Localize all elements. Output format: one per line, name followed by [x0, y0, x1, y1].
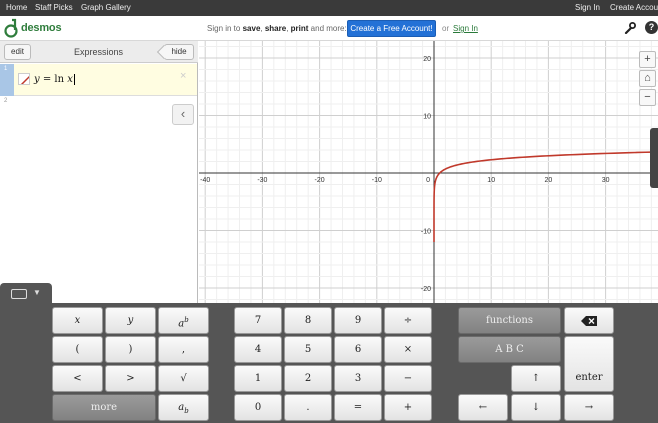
top-nav: Home Staff Picks Graph Gallery Sign In C… [0, 0, 658, 16]
expressions-panel: edit Expressions hide 1 y = ln x × 2 ‹ [0, 41, 198, 303]
expressions-title: Expressions [74, 47, 124, 57]
y-tick-label: 20 [423, 56, 431, 63]
key-1[interactable]: 1 [234, 365, 282, 392]
desmos-logo-icon [4, 18, 18, 38]
x-tick-label: 10 [487, 177, 495, 184]
key-9[interactable]: 9 [334, 307, 382, 334]
key-arrow-right[interactable]: → [564, 394, 614, 421]
y-tick-label: -10 [421, 229, 431, 236]
expressions-header: edit Expressions hide [0, 41, 198, 63]
key-decimal[interactable]: . [284, 394, 332, 421]
graph-paper[interactable]: -40 -30 -20 -10 0 10 20 30 20 10 -10 -20 [199, 41, 658, 303]
home-view-button[interactable]: ⌂ [639, 70, 656, 87]
x-tick-label: -20 [315, 177, 325, 184]
y-tick-label: -20 [421, 286, 431, 293]
key-2[interactable]: 2 [284, 365, 332, 392]
key-x[interactable]: x [52, 307, 103, 334]
key-functions[interactable]: functions [458, 307, 561, 334]
key-subscript[interactable]: ab [158, 394, 209, 421]
key-power[interactable]: ab [158, 307, 209, 334]
expression-input[interactable]: y = ln x [34, 74, 75, 85]
edit-button[interactable]: edit [4, 44, 31, 60]
key-less-than[interactable]: < [52, 365, 103, 392]
key-divide[interactable]: ÷ [384, 307, 432, 334]
side-tab[interactable] [650, 128, 658, 188]
or-text: or [442, 24, 450, 33]
key-backspace[interactable] [564, 307, 614, 334]
keypad-toggle[interactable]: ▼ [0, 283, 52, 304]
zoom-in-button[interactable]: + [639, 51, 656, 68]
nav-graph-gallery[interactable]: Graph Gallery [81, 3, 131, 12]
header: desmos Sign in to save, share, print and… [0, 16, 658, 41]
logo-text: desmos [21, 22, 62, 34]
nav-staff-picks[interactable]: Staff Picks [35, 3, 73, 12]
y-tick-label: 10 [423, 114, 431, 121]
key-y[interactable]: y [105, 307, 156, 334]
x-tick-label: 20 [545, 177, 553, 184]
key-paren-left[interactable]: ( [52, 336, 103, 363]
key-paren-right[interactable]: ) [105, 336, 156, 363]
zoom-out-button[interactable]: − [639, 89, 656, 106]
key-plus[interactable]: + [384, 394, 432, 421]
key-greater-than[interactable]: > [105, 365, 156, 392]
create-account-button[interactable]: Create a Free Account! [347, 20, 436, 37]
graph-curve[interactable] [433, 151, 658, 242]
key-more[interactable]: more [52, 394, 156, 421]
wrench-icon[interactable] [624, 22, 636, 34]
key-4[interactable]: 4 [234, 336, 282, 363]
expression-row[interactable]: 2 [0, 96, 197, 303]
key-0[interactable]: 0 [234, 394, 282, 421]
key-7[interactable]: 7 [234, 307, 282, 334]
keyboard-icon [11, 289, 27, 299]
x-tick-label: -40 [200, 177, 210, 184]
key-5[interactable]: 5 [284, 336, 332, 363]
key-minus[interactable]: − [384, 365, 432, 392]
desmos-logo[interactable]: desmos [3, 18, 63, 39]
nav-sign-in[interactable]: Sign In [575, 3, 600, 12]
nav-home[interactable]: Home [6, 3, 27, 12]
expression-number: 1 [0, 64, 14, 96]
backspace-icon [581, 315, 597, 326]
signin-message: Sign in to save, share, print and more: [207, 24, 347, 33]
key-comma[interactable]: , [158, 336, 209, 363]
key-arrow-up[interactable]: ↑ [511, 365, 561, 392]
keypad: x y ab ( ) , < > √ more ab 7 8 9 ÷ 4 5 6… [0, 303, 658, 423]
key-sqrt[interactable]: √ [158, 365, 209, 392]
help-icon[interactable]: ? [645, 21, 658, 34]
graph-color-icon[interactable] [18, 73, 30, 85]
sign-in-link[interactable]: Sign In [453, 24, 478, 33]
key-3[interactable]: 3 [334, 365, 382, 392]
x-tick-label: 30 [602, 177, 610, 184]
hide-button[interactable]: hide [164, 44, 194, 60]
key-abc[interactable]: A B C [458, 336, 561, 363]
key-enter[interactable]: enter [564, 336, 614, 392]
graph-canvas[interactable]: -40 -30 -20 -10 0 10 20 30 20 10 -10 -20 [199, 41, 658, 303]
expression-number: 2 [4, 98, 8, 104]
x-tick-label: 0 [426, 177, 430, 184]
key-multiply[interactable]: × [384, 336, 432, 363]
x-tick-label: -30 [257, 177, 267, 184]
delete-expression-icon[interactable]: × [180, 70, 186, 82]
expression-row[interactable]: 1 y = ln x × [0, 64, 197, 96]
chevron-down-icon: ▼ [33, 288, 41, 297]
key-arrow-down[interactable]: ↓ [511, 394, 561, 421]
x-tick-label: -10 [372, 177, 382, 184]
key-6[interactable]: 6 [334, 336, 382, 363]
collapse-panel-button[interactable]: ‹ [172, 104, 194, 125]
key-equals[interactable]: = [334, 394, 382, 421]
key-8[interactable]: 8 [284, 307, 332, 334]
key-arrow-left[interactable]: ← [458, 394, 508, 421]
nav-create-account[interactable]: Create Account [610, 3, 658, 12]
